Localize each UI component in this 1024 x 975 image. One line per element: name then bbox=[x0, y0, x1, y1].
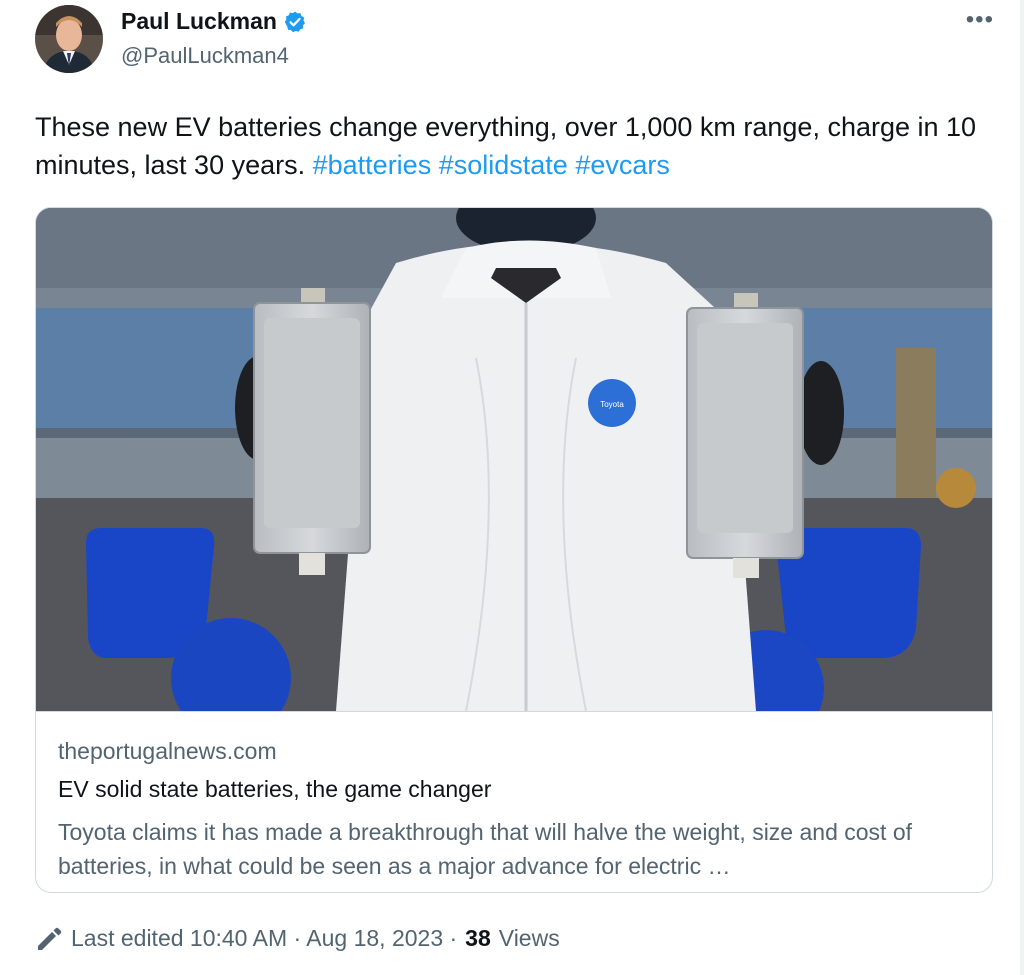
card-image[interactable]: Toyota bbox=[36, 208, 993, 711]
hashtag-evcars[interactable]: #evcars bbox=[575, 150, 670, 180]
tweet-text: These new EV batteries change everything… bbox=[35, 108, 995, 184]
pencil-icon bbox=[38, 927, 62, 950]
verified-badge-icon bbox=[284, 11, 305, 32]
scroll-edge bbox=[1020, 0, 1024, 975]
author-handle[interactable]: @PaulLuckman4 bbox=[121, 43, 289, 69]
author-name[interactable]: Paul Luckman bbox=[121, 8, 277, 35]
tweet-footer: Last edited 10:40 AM · Aug 18, 2023 · 38… bbox=[35, 925, 560, 952]
hashtag-solidstate[interactable]: #solidstate bbox=[439, 150, 568, 180]
card-description[interactable]: Toyota claims it has made a breakthrough… bbox=[58, 815, 968, 883]
card-title[interactable]: EV solid state batteries, the game chang… bbox=[58, 776, 491, 803]
views-label: Views bbox=[498, 925, 560, 951]
avatar[interactable] bbox=[35, 5, 103, 73]
card-domain[interactable]: theportugalnews.com bbox=[58, 738, 277, 765]
edited-timestamp[interactable]: Last edited 10:40 AM · Aug 18, 2023 · bbox=[71, 925, 457, 952]
link-card[interactable]: Toyota theportugalnews.com EV solid stat… bbox=[35, 207, 993, 893]
author-name-row[interactable]: Paul Luckman bbox=[121, 8, 307, 35]
hashtag-batteries[interactable]: #batteries bbox=[313, 150, 432, 180]
toyota-logo-text: Toyota bbox=[600, 400, 624, 409]
more-icon[interactable]: ••• bbox=[966, 6, 994, 34]
avatar-image bbox=[35, 5, 103, 73]
views-count: 38 bbox=[465, 925, 491, 951]
card-info[interactable]: theportugalnews.com EV solid state batte… bbox=[36, 711, 992, 892]
